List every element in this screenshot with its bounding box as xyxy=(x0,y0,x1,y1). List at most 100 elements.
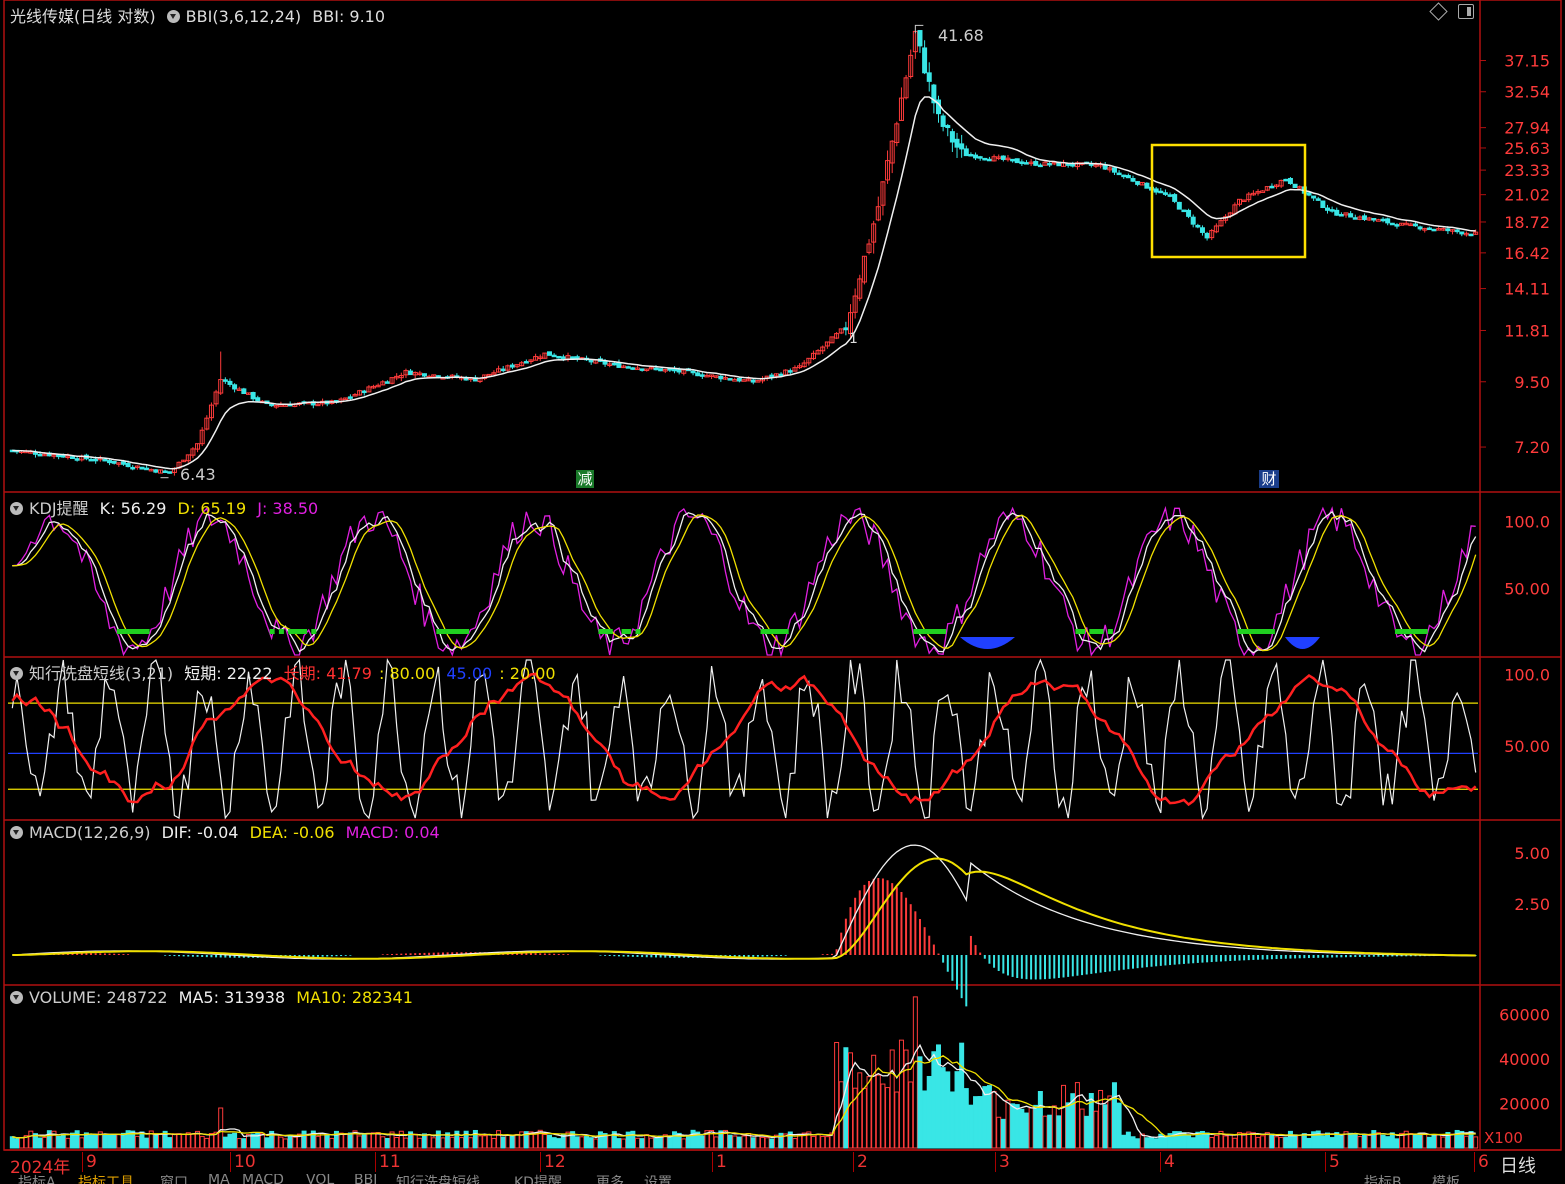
candle-body xyxy=(1033,161,1039,166)
candle-body xyxy=(727,378,733,381)
volume-bar xyxy=(1227,1133,1233,1149)
macd-header: MACD(12,26,9) DIF: -0.04 DEA: -0.06 MACD… xyxy=(10,823,446,842)
dropdown-icon[interactable] xyxy=(166,10,180,23)
volume-bar xyxy=(1084,1115,1090,1149)
volume-bar xyxy=(181,1133,187,1149)
volume-bar xyxy=(241,1138,247,1149)
volume-bar xyxy=(371,1132,377,1149)
volume-bar xyxy=(1412,1134,1418,1149)
price-y-tick: 9.50 xyxy=(1514,373,1550,392)
volume-bar xyxy=(1450,1133,1456,1149)
bottom-tab[interactable]: KD提醒 xyxy=(514,1174,562,1184)
bottom-tab[interactable]: VOL xyxy=(306,1174,334,1184)
volume-bar xyxy=(357,1135,363,1149)
volume-bar xyxy=(667,1136,673,1149)
volume-bar xyxy=(56,1135,62,1149)
candle-body xyxy=(718,375,724,380)
bottom-tab[interactable]: MACD xyxy=(242,1174,284,1184)
dropdown-icon[interactable] xyxy=(10,502,23,515)
bottom-tab[interactable]: 更多 xyxy=(596,1174,624,1184)
volume-bar xyxy=(1306,1137,1312,1149)
volume-bar xyxy=(343,1133,349,1149)
volume-bar xyxy=(431,1137,437,1149)
stock-title: 光线传媒(日线 对数) xyxy=(10,7,156,26)
low-label: 6.43 xyxy=(180,465,216,484)
volume-bar xyxy=(685,1135,691,1149)
wash-y-tick: 100.0 xyxy=(1504,665,1550,684)
candle-body xyxy=(787,370,793,373)
candle-body xyxy=(1311,195,1317,199)
volume-bar xyxy=(1352,1133,1358,1149)
volume-bar xyxy=(111,1134,117,1149)
volume-title[interactable]: VOLUME: 248722 xyxy=(29,988,168,1007)
volume-bar xyxy=(1061,1084,1067,1149)
candle-body xyxy=(32,452,38,455)
volume-bar xyxy=(1186,1134,1192,1149)
dropdown-icon[interactable] xyxy=(10,826,23,839)
kdj-signal-mark xyxy=(269,629,275,634)
kdj-signal-mark xyxy=(1098,629,1104,634)
volume-bar xyxy=(486,1134,492,1149)
volume-y-tick: 60000 xyxy=(1499,1006,1550,1025)
kdj-title[interactable]: KDJ提醒 xyxy=(29,499,89,518)
volume-bar xyxy=(588,1137,594,1149)
volume-bar xyxy=(287,1134,293,1149)
dropdown-icon[interactable] xyxy=(10,667,23,680)
kdj-signal-mark xyxy=(311,629,317,634)
mark-one: 1 xyxy=(849,331,858,347)
candle-body xyxy=(1431,228,1437,232)
candle-body xyxy=(1417,226,1423,230)
kdj-signal-mark xyxy=(1418,629,1424,634)
volume-bar xyxy=(1232,1137,1238,1149)
bottom-tab[interactable]: 指标工具 xyxy=(78,1174,134,1184)
volume-bar xyxy=(940,1067,946,1149)
volume-bar xyxy=(820,1135,826,1149)
volume-bar xyxy=(264,1137,270,1149)
volume-bar xyxy=(755,1135,761,1149)
volume-bar xyxy=(533,1132,539,1149)
kdj-signal-mark xyxy=(459,629,465,634)
volume-ma5: MA5: 313938 xyxy=(178,988,286,1007)
volume-bar xyxy=(107,1134,113,1149)
kdj-bottom-blob xyxy=(1285,637,1320,649)
volume-bar xyxy=(153,1135,159,1149)
wash-title[interactable]: 知行洗盘短线(3,21) xyxy=(29,664,173,683)
volume-bar xyxy=(648,1137,654,1149)
bottom-tab[interactable]: BBI xyxy=(354,1174,377,1184)
candle-body xyxy=(667,368,673,371)
candle-body xyxy=(384,381,390,384)
macd-dif-line xyxy=(12,844,1476,960)
bottom-tab[interactable]: 指标A xyxy=(18,1174,56,1184)
bottom-tab[interactable]: 模板 xyxy=(1432,1174,1460,1184)
macd-title[interactable]: MACD(12,26,9) xyxy=(29,823,151,842)
volume-bar xyxy=(954,1071,960,1149)
candle-body xyxy=(963,148,969,157)
kdj-signal-mark xyxy=(1107,629,1113,634)
volume-bar xyxy=(1287,1130,1293,1149)
price-y-tick: 18.72 xyxy=(1504,213,1550,232)
tag-jian[interactable]: 减 xyxy=(576,470,594,488)
volume-bar xyxy=(547,1134,553,1149)
window-toggle-icon[interactable] xyxy=(1458,4,1474,19)
dropdown-icon[interactable] xyxy=(10,991,23,1004)
bottom-tab[interactable]: MA xyxy=(208,1174,230,1184)
bottom-tab[interactable]: 指标B xyxy=(1364,1174,1402,1184)
volume-bar xyxy=(158,1133,164,1149)
volume-ma5-line xyxy=(12,1043,1476,1139)
bottom-tab[interactable]: 设置 xyxy=(644,1174,672,1184)
candle-body xyxy=(1269,185,1275,189)
bottom-tab[interactable]: 知行洗盘短线 xyxy=(396,1174,480,1184)
kdj-signal-mark xyxy=(1251,629,1257,634)
kdj-signal-mark xyxy=(607,629,613,634)
candle-body xyxy=(1130,178,1136,182)
kdj-signal-mark xyxy=(927,629,933,634)
candle-body xyxy=(1070,164,1076,167)
candle-body xyxy=(1287,177,1293,184)
bbi-indicator[interactable]: BBI(3,6,12,24) xyxy=(186,7,302,26)
volume-unit: X100 xyxy=(1484,1129,1523,1147)
tag-cai[interactable]: 财 xyxy=(1259,470,1279,488)
volume-bar xyxy=(848,1052,854,1149)
outer-frame xyxy=(3,0,1562,1151)
bottom-tab[interactable]: 窗口 xyxy=(160,1174,188,1184)
price-header: 光线传媒(日线 对数) BBI(3,6,12,24) BBI: 9.10 xyxy=(10,3,391,27)
